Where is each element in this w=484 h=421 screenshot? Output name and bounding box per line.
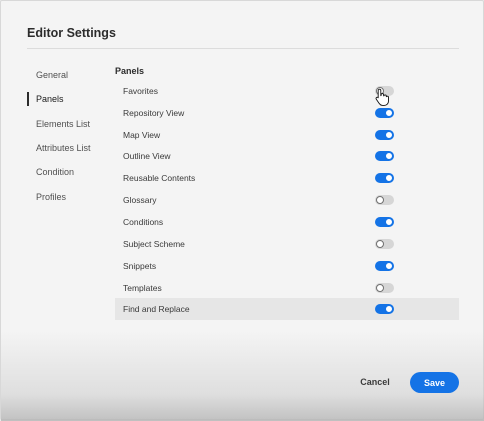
cancel-button[interactable]: Cancel bbox=[353, 372, 397, 392]
title-divider bbox=[27, 48, 459, 49]
panel-row-templates: Templates bbox=[115, 277, 459, 299]
reusable-contents-toggle[interactable] bbox=[375, 173, 394, 184]
panel-row-repository-view: Repository View bbox=[115, 102, 459, 124]
panel-row-glossary: Glossary bbox=[115, 189, 459, 211]
nav-item-general[interactable]: General bbox=[27, 63, 107, 87]
toggle-knob bbox=[385, 108, 393, 117]
dialog-title: Editor Settings bbox=[27, 26, 116, 40]
panels-list: Favorites Repository View Map View Outli… bbox=[115, 80, 459, 321]
toggle-knob bbox=[376, 196, 384, 205]
panel-row-reusable-contents: Reusable Contents bbox=[115, 167, 459, 189]
conditions-toggle[interactable] bbox=[375, 216, 394, 227]
nav-item-label: Profiles bbox=[36, 191, 67, 202]
panel-row-label: Find and Replace bbox=[123, 304, 190, 315]
nav-item-profiles[interactable]: Profiles bbox=[27, 184, 107, 208]
panel-row-outline-view: Outline View bbox=[115, 146, 459, 168]
toggle-knob bbox=[385, 261, 393, 270]
snippets-toggle[interactable] bbox=[375, 260, 394, 271]
glossary-toggle[interactable] bbox=[375, 195, 394, 206]
toggle-knob bbox=[385, 152, 393, 161]
subject-scheme-toggle[interactable] bbox=[375, 238, 394, 249]
templates-toggle[interactable] bbox=[375, 282, 394, 293]
toggle-knob bbox=[385, 174, 393, 183]
nav-item-label: Panels bbox=[36, 94, 64, 105]
panel-row-snippets: Snippets bbox=[115, 255, 459, 277]
panel-row-favorites: Favorites bbox=[115, 80, 459, 102]
nav-item-attributes-list[interactable]: Attributes List bbox=[27, 136, 107, 160]
map-view-toggle[interactable] bbox=[375, 129, 394, 140]
nav-item-label: General bbox=[36, 70, 69, 81]
toggle-knob bbox=[385, 130, 393, 139]
panel-row-label: Favorites bbox=[123, 85, 158, 96]
nav-item-label: Condition bbox=[36, 167, 75, 178]
panel-row-label: Map View bbox=[123, 129, 161, 140]
hand-pointer-icon bbox=[375, 88, 389, 106]
panel-row-label: Reusable Contents bbox=[123, 173, 196, 184]
nav-item-label: Attributes List bbox=[36, 143, 91, 154]
outline-view-toggle[interactable] bbox=[375, 151, 394, 162]
save-button[interactable]: Save bbox=[410, 372, 459, 393]
panel-row-conditions: Conditions bbox=[115, 211, 459, 233]
toggle-knob bbox=[385, 217, 393, 226]
panel-row-label: Repository View bbox=[123, 107, 185, 118]
nav-item-elements-list[interactable]: Elements List bbox=[27, 112, 107, 136]
toggle-knob bbox=[376, 239, 384, 248]
settings-nav: General Panels Elements List Attributes … bbox=[27, 63, 107, 209]
toggle-knob bbox=[376, 283, 384, 292]
toggle-knob bbox=[385, 305, 393, 314]
nav-item-condition[interactable]: Condition bbox=[27, 160, 107, 184]
find-and-replace-toggle[interactable] bbox=[375, 304, 394, 315]
panel-row-label: Glossary bbox=[123, 195, 157, 206]
panels-heading: Panels bbox=[115, 66, 145, 76]
panel-row-find-and-replace: Find and Replace bbox=[115, 298, 459, 321]
nav-item-panels[interactable]: Panels bbox=[27, 87, 107, 111]
panel-row-label: Snippets bbox=[123, 260, 157, 271]
repository-view-toggle[interactable] bbox=[375, 107, 394, 118]
panel-row-map-view: Map View bbox=[115, 124, 459, 146]
panel-row-subject-scheme: Subject Scheme bbox=[115, 233, 459, 255]
panel-row-label: Templates bbox=[123, 282, 162, 293]
editor-settings-dialog: Editor Settings General Panels Elements … bbox=[0, 0, 484, 421]
panel-row-label: Outline View bbox=[123, 151, 171, 162]
panel-row-label: Conditions bbox=[123, 216, 164, 227]
panel-row-label: Subject Scheme bbox=[123, 238, 185, 249]
nav-item-label: Elements List bbox=[36, 118, 91, 129]
